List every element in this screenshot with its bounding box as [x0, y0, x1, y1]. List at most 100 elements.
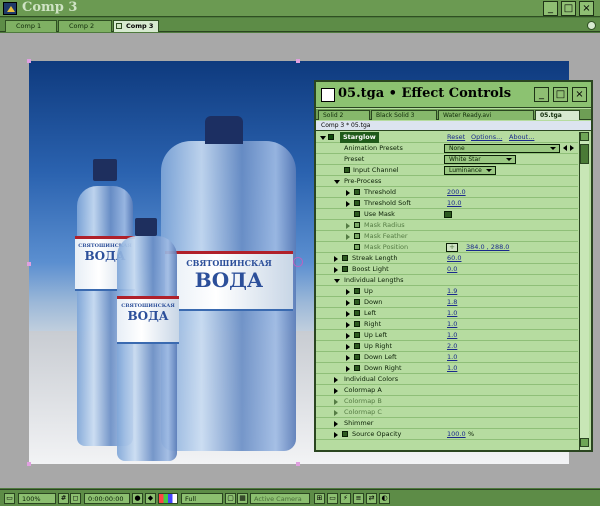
- length-value[interactable]: 1.0: [447, 319, 457, 330]
- effect-header-row[interactable]: Starglow Reset Options... About...: [316, 132, 578, 143]
- length-value[interactable]: 1.0: [447, 330, 457, 341]
- tab-comp-1[interactable]: Comp 1: [5, 20, 57, 32]
- colormap-a-row[interactable]: Colormap A: [316, 385, 578, 396]
- twirl-icon[interactable]: [334, 377, 338, 383]
- pre-process-row[interactable]: Pre-Process: [316, 176, 578, 187]
- color-channel-toggle[interactable]: [158, 493, 178, 504]
- panel-menu-icon[interactable]: [587, 21, 596, 30]
- stopwatch-icon[interactable]: [354, 321, 360, 327]
- twirl-icon[interactable]: [346, 344, 350, 350]
- options-button[interactable]: Options...: [471, 132, 502, 143]
- twirl-icon[interactable]: [346, 289, 350, 295]
- colormap-b-row[interactable]: Colormap B: [316, 396, 578, 407]
- twirl-icon[interactable]: [334, 180, 340, 184]
- tab-05-tga[interactable]: 05.tga: [535, 110, 580, 120]
- resolution-dropdown[interactable]: Full: [181, 493, 223, 504]
- view-options-icon[interactable]: ⊞: [314, 493, 325, 504]
- twirl-icon[interactable]: [334, 399, 338, 405]
- length-value[interactable]: 1.0: [447, 308, 457, 319]
- mask-position-value[interactable]: 384.0 , 288.0: [466, 242, 509, 253]
- snapshot-icon[interactable]: ◻: [70, 493, 81, 504]
- twirl-icon[interactable]: [334, 388, 338, 394]
- source-opacity-value[interactable]: 100.0: [447, 429, 466, 440]
- stopwatch-icon[interactable]: [354, 288, 360, 294]
- always-preview-icon[interactable]: ▭: [4, 493, 15, 504]
- stopwatch-icon[interactable]: [354, 343, 360, 349]
- length-value[interactable]: 1.0: [447, 363, 457, 374]
- twirl-icon[interactable]: [346, 300, 350, 306]
- twirl-icon[interactable]: [346, 322, 350, 328]
- twirl-icon[interactable]: [320, 136, 326, 140]
- selection-handle[interactable]: [27, 462, 31, 466]
- stopwatch-icon[interactable]: [354, 310, 360, 316]
- twirl-icon[interactable]: [334, 279, 340, 283]
- fx-toggle-icon[interactable]: [328, 134, 334, 140]
- twirl-icon[interactable]: [334, 410, 338, 416]
- stopwatch-icon[interactable]: [354, 233, 360, 239]
- stopwatch-icon[interactable]: [354, 354, 360, 360]
- stopwatch-icon[interactable]: [354, 332, 360, 338]
- length-value[interactable]: 2.0: [447, 341, 457, 352]
- stopwatch-icon[interactable]: [354, 299, 360, 305]
- maximize-icon[interactable]: □: [561, 1, 576, 16]
- stopwatch-icon[interactable]: [354, 211, 360, 217]
- grid-icon[interactable]: #: [58, 493, 69, 504]
- twirl-icon[interactable]: [346, 333, 350, 339]
- channel-icon[interactable]: ◆: [145, 493, 156, 504]
- selection-handle[interactable]: [27, 59, 31, 63]
- close-icon[interactable]: ×: [579, 1, 594, 16]
- minimize-icon[interactable]: _: [534, 87, 549, 102]
- length-value[interactable]: 1.9: [447, 286, 457, 297]
- input-channel-dropdown[interactable]: Luminance: [444, 166, 496, 175]
- tab-solid-2[interactable]: Solid 2: [318, 110, 370, 120]
- selection-handle[interactable]: [296, 462, 300, 466]
- reset-button[interactable]: Reset: [447, 132, 465, 143]
- minimize-icon[interactable]: _: [543, 1, 558, 16]
- stopwatch-icon[interactable]: [342, 266, 348, 272]
- maximize-icon[interactable]: □: [553, 87, 568, 102]
- tab-comp-2[interactable]: Comp 2: [58, 20, 112, 32]
- flowchart-icon[interactable]: ⇄: [366, 493, 377, 504]
- camera-dropdown[interactable]: Active Camera: [250, 493, 310, 504]
- stopwatch-icon[interactable]: [354, 222, 360, 228]
- prev-preset-icon[interactable]: [563, 145, 567, 151]
- tab-black-solid-3[interactable]: Black Solid 3: [371, 110, 437, 120]
- stopwatch-icon[interactable]: [354, 365, 360, 371]
- vertical-scrollbar[interactable]: [579, 132, 589, 450]
- tab-water-ready[interactable]: Water Ready.avi: [438, 110, 534, 120]
- twirl-icon[interactable]: [346, 223, 350, 229]
- crosshair-icon[interactable]: +: [446, 243, 458, 252]
- length-value[interactable]: 1.8: [447, 297, 457, 308]
- use-mask-checkbox[interactable]: [444, 211, 452, 218]
- stopwatch-icon[interactable]: [354, 200, 360, 206]
- scroll-down-icon[interactable]: [580, 438, 589, 447]
- scroll-thumb[interactable]: [580, 144, 589, 164]
- timeline-icon[interactable]: ≡: [353, 493, 364, 504]
- close-icon[interactable]: ×: [572, 87, 587, 102]
- tab-comp-3[interactable]: Comp 3: [113, 20, 159, 32]
- twirl-icon[interactable]: [346, 201, 350, 207]
- zoom-dropdown[interactable]: 100%: [18, 493, 56, 504]
- stopwatch-icon[interactable]: [342, 431, 348, 437]
- stopwatch-icon[interactable]: [344, 167, 350, 173]
- twirl-icon[interactable]: [334, 432, 338, 438]
- scroll-up-icon[interactable]: [580, 132, 589, 141]
- preset-dropdown[interactable]: White Star: [444, 155, 516, 164]
- length-value[interactable]: 1.0: [447, 352, 457, 363]
- twirl-icon[interactable]: [346, 366, 350, 372]
- camera-icon[interactable]: ●: [132, 493, 143, 504]
- stopwatch-icon[interactable]: [354, 189, 360, 195]
- shimmer-row[interactable]: Shimmer: [316, 418, 578, 429]
- next-preset-icon[interactable]: [570, 145, 574, 151]
- individual-colors-row[interactable]: Individual Colors: [316, 374, 578, 385]
- threshold-soft-value[interactable]: 10.0: [447, 198, 461, 209]
- about-button[interactable]: About...: [509, 132, 534, 143]
- twirl-icon[interactable]: [334, 256, 338, 262]
- transparency-grid-icon[interactable]: ▦: [237, 493, 248, 504]
- individual-lengths-row[interactable]: Individual Lengths: [316, 275, 578, 286]
- threshold-value[interactable]: 200.0: [447, 187, 466, 198]
- fast-preview-icon[interactable]: ⚡: [340, 493, 351, 504]
- twirl-icon[interactable]: [334, 421, 338, 427]
- boost-light-value[interactable]: 0.0: [447, 264, 457, 275]
- twirl-icon[interactable]: [334, 267, 338, 273]
